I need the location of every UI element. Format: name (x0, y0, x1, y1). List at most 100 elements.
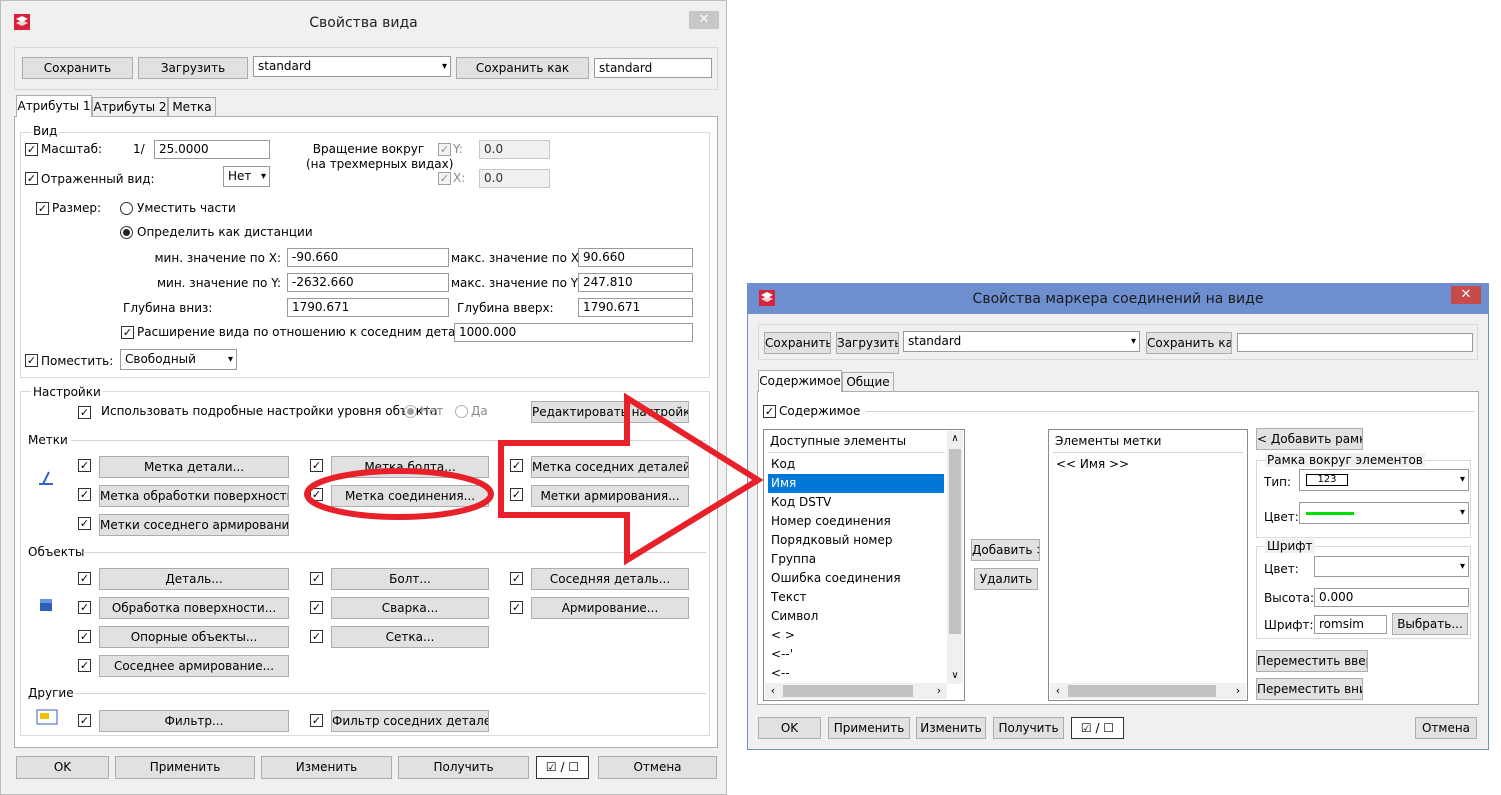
depth-up-input[interactable]: 1790.671 (578, 298, 693, 317)
list-item[interactable]: Ошибка соединения (768, 569, 944, 588)
rotation-y-checkbox[interactable]: ✓ (438, 143, 451, 156)
surface-mark-button[interactable]: Метка обработки поверхности... (99, 485, 289, 507)
rotation-y-input[interactable]: 0.0 (479, 140, 550, 159)
cancel-button[interactable]: Отмена (598, 756, 717, 779)
save-as-button[interactable]: Сохранить как (456, 57, 589, 79)
ok-button[interactable]: OK (16, 756, 109, 779)
place-checkbox[interactable]: ✓ (25, 354, 38, 367)
apply-button[interactable]: Применить (115, 756, 255, 779)
scale-input[interactable]: 25.0000 (154, 140, 270, 159)
detailed-yes-radio[interactable] (455, 405, 468, 418)
max-x-input[interactable]: 90.660 (578, 248, 693, 267)
horizontal-scrollbar[interactable]: ‹ › (765, 683, 947, 699)
min-x-input[interactable]: -90.660 (287, 248, 449, 267)
grid-button[interactable]: Сетка... (331, 626, 489, 648)
filter-checkbox[interactable]: ✓ (78, 714, 91, 727)
surface-button[interactable]: Обработка поверхности... (99, 597, 289, 619)
content-checkbox[interactable]: ✓ (763, 405, 776, 418)
list-item[interactable]: Код (768, 455, 944, 474)
ok-button[interactable]: OK (758, 717, 821, 739)
cancel-button[interactable]: Отмена (1415, 717, 1477, 739)
frame-color-select[interactable]: ▾ (1299, 502, 1469, 524)
apply-button[interactable]: Применить (828, 717, 910, 739)
mirror-checkbox[interactable]: ✓ (25, 172, 38, 185)
toggle-all-button[interactable]: ☑ / ☐ (536, 756, 589, 779)
list-item[interactable]: < > (768, 626, 944, 645)
filter-button[interactable]: Фильтр... (99, 710, 289, 732)
neighbor-rebar-checkbox[interactable]: ✓ (78, 659, 91, 672)
toggle-all-button[interactable]: ☑ / ☐ (1071, 717, 1124, 739)
weld-checkbox[interactable]: ✓ (310, 601, 323, 614)
chevron-left-icon[interactable]: ‹ (1050, 683, 1066, 699)
frame-type-select[interactable]: 123 ▾ (1299, 469, 1469, 491)
chevron-up-icon[interactable]: ∧ (947, 431, 963, 447)
add-frame-button[interactable]: < Добавить рамку (1256, 428, 1363, 450)
mark-elements-list[interactable]: Элементы метки << Имя >> ‹ › (1048, 429, 1248, 701)
weld-button[interactable]: Сварка... (331, 597, 489, 619)
neighbor-part-checkbox[interactable]: ✓ (510, 572, 523, 585)
horizontal-scrollbar[interactable]: ‹ › (1050, 683, 1246, 699)
extension-input[interactable]: 1000.000 (454, 323, 693, 342)
part-mark-button[interactable]: Метка детали... (99, 456, 289, 478)
save-button[interactable]: Сохранить (22, 57, 133, 79)
modify-button[interactable]: Изменить (261, 756, 392, 779)
mirror-select[interactable]: Нет ▾ (223, 166, 270, 187)
part-mark-checkbox[interactable]: ✓ (78, 459, 91, 472)
list-item[interactable]: Символ (768, 607, 944, 626)
reference-checkbox[interactable]: ✓ (78, 630, 91, 643)
scrollbar-thumb[interactable] (1068, 685, 1216, 697)
save-button[interactable]: Сохранить (764, 332, 831, 354)
rotation-x-checkbox[interactable]: ✓ (438, 172, 451, 185)
remove-button[interactable]: Удалить (974, 568, 1038, 590)
edit-settings-button[interactable]: Редактировать настройки... (531, 401, 689, 423)
list-item[interactable]: <--' (768, 645, 944, 664)
tab-attributes-1[interactable]: Атрибуты 1 (16, 95, 92, 117)
tab-attributes-2[interactable]: Атрибуты 2 (92, 97, 168, 117)
define-distance-radio[interactable] (120, 226, 133, 239)
load-button[interactable]: Загрузить (138, 57, 248, 79)
list-item[interactable]: Порядковый номер (768, 531, 944, 550)
extension-checkbox[interactable]: ✓ (121, 326, 134, 339)
list-item[interactable]: << Имя >> (1053, 455, 1227, 474)
detailed-no-radio[interactable] (404, 405, 417, 418)
tab-mark[interactable]: Метка (168, 97, 216, 117)
list-item[interactable]: Имя (768, 474, 944, 493)
rebar-mark-button[interactable]: Метки армирования... (531, 485, 689, 507)
list-item[interactable]: Текст (768, 588, 944, 607)
preset-select[interactable]: standard ▾ (903, 331, 1140, 352)
tab-general[interactable]: Общие (842, 372, 894, 392)
dialog-titlebar[interactable]: Свойства вида ✕ (1, 1, 726, 43)
scrollbar-thumb[interactable] (949, 449, 961, 634)
chevron-right-icon[interactable]: › (1230, 683, 1246, 699)
vertical-scrollbar[interactable]: ∧ ∨ (947, 431, 963, 684)
connection-mark-checkbox[interactable]: ✓ (310, 488, 323, 501)
grid-checkbox[interactable]: ✓ (310, 630, 323, 643)
neighbor-mark-checkbox[interactable]: ✓ (510, 459, 523, 472)
max-y-input[interactable]: 247.810 (578, 273, 693, 292)
rebar-button[interactable]: Армирование... (531, 597, 689, 619)
place-select[interactable]: Свободный ▾ (120, 349, 237, 370)
scrollbar-thumb[interactable] (783, 685, 913, 697)
bolt-button[interactable]: Болт... (331, 568, 489, 590)
chevron-left-icon[interactable]: ‹ (765, 683, 781, 699)
save-as-name-input[interactable]: standard (594, 58, 712, 78)
neighbor-rebar-mark-checkbox[interactable]: ✓ (78, 517, 91, 530)
rotation-x-input[interactable]: 0.0 (479, 169, 550, 188)
list-item[interactable]: Номер соединения (768, 512, 944, 531)
tab-content[interactable]: Содержимое (758, 370, 842, 392)
bolt-mark-button[interactable]: Метка болта... (331, 456, 489, 478)
list-item[interactable]: Код DSTV (768, 493, 944, 512)
neighbor-part-button[interactable]: Соседняя деталь... (531, 568, 689, 590)
rebar-checkbox[interactable]: ✓ (510, 601, 523, 614)
save-as-button[interactable]: Сохранить как (1146, 332, 1232, 354)
scale-checkbox[interactable]: ✓ (25, 143, 38, 156)
list-item[interactable]: <-- (768, 664, 944, 683)
surface-mark-checkbox[interactable]: ✓ (78, 488, 91, 501)
chevron-right-icon[interactable]: › (931, 683, 947, 699)
detailed-settings-checkbox[interactable]: ✓ (78, 406, 91, 419)
bolt-mark-checkbox[interactable]: ✓ (310, 459, 323, 472)
reference-button[interactable]: Опорные объекты... (99, 626, 289, 648)
depth-down-input[interactable]: 1790.671 (287, 298, 449, 317)
neighbor-filter-button[interactable]: Фильтр соседних деталей... (331, 710, 489, 732)
add-button[interactable]: Добавить > (971, 539, 1040, 561)
